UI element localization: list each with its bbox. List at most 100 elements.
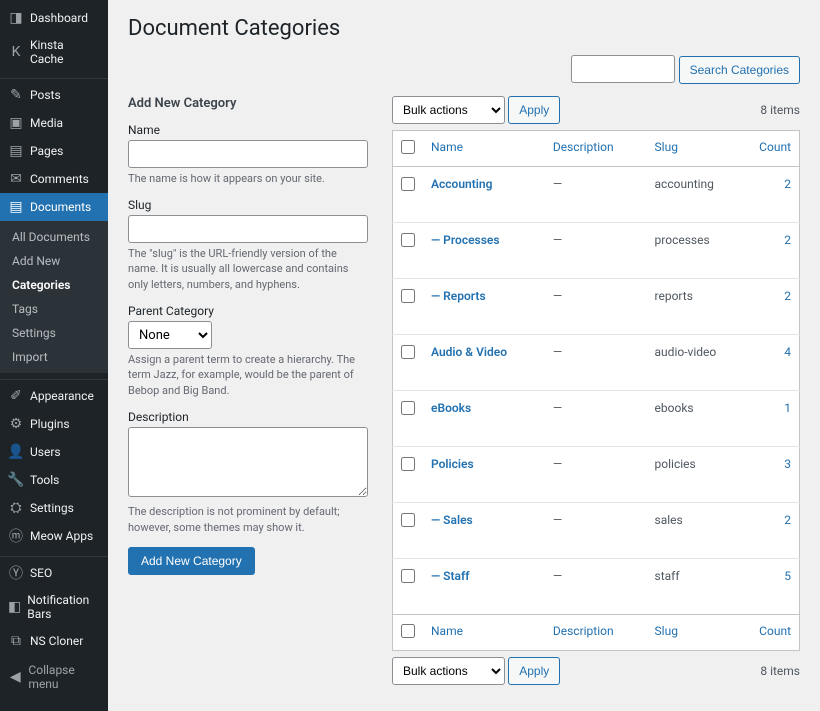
col-desc[interactable]: Description <box>545 130 647 166</box>
settings-icon: ⛭ <box>8 500 24 516</box>
sidebar-item-dashboard[interactable]: ◨ Dashboard <box>0 4 108 32</box>
users-icon: 👤 <box>8 444 24 460</box>
search-input[interactable] <box>571 55 675 83</box>
row-name-link[interactable]: — Reports <box>431 289 486 303</box>
sidebar-item-pages[interactable]: ▤Pages <box>0 137 108 165</box>
sidebar-item-tools[interactable]: 🔧Tools <box>0 466 108 494</box>
row-checkbox[interactable] <box>401 569 415 583</box>
row-name-link[interactable]: eBooks <box>431 401 471 415</box>
col-slug-foot[interactable]: Slug <box>647 614 750 650</box>
table-row: — Processes—processes2 <box>393 222 800 278</box>
items-count-top: 8 items <box>760 103 800 117</box>
sidebar-item-settings[interactable]: ⛭Settings <box>0 494 108 522</box>
table-row: Policies—policies3 <box>393 446 800 502</box>
table-row: — Reports—reports2 <box>393 278 800 334</box>
sidebar-label: Notification Bars <box>27 593 100 621</box>
row-desc: — <box>553 289 562 303</box>
col-name[interactable]: Name <box>423 130 545 166</box>
page-title: Document Categories <box>128 16 800 41</box>
collapse-icon: ◀ <box>8 669 22 685</box>
sidebar-label: Meow Apps <box>30 529 93 543</box>
row-count-link[interactable]: 2 <box>784 289 791 303</box>
row-name-link[interactable]: Accounting <box>431 177 492 191</box>
row-checkbox[interactable] <box>401 513 415 527</box>
sidebar-label: Pages <box>30 144 63 158</box>
row-slug: processes <box>647 222 750 278</box>
sidebar-label: Documents <box>30 200 91 214</box>
col-count-foot[interactable]: Count <box>750 614 800 650</box>
name-input[interactable] <box>128 140 368 168</box>
sidebar-item-notification-bars[interactable]: ◧ Notification Bars <box>0 587 108 627</box>
row-desc: — <box>553 569 562 583</box>
submenu-add-new[interactable]: Add New <box>0 249 108 273</box>
row-slug: audio-video <box>647 334 750 390</box>
sidebar-item-meow-apps[interactable]: ⓜMeow Apps <box>0 522 108 550</box>
select-all-bottom[interactable] <box>401 624 415 638</box>
sidebar-item-posts[interactable]: ✎Posts <box>0 81 108 109</box>
notification-bars-icon: ◧ <box>8 599 21 615</box>
row-desc: — <box>553 345 562 359</box>
dashboard-icon: ◨ <box>8 10 24 26</box>
admin-sidebar: ◨ Dashboard KKinsta Cache ✎Posts▣Media▤Page… <box>0 0 108 711</box>
submenu-import[interactable]: Import <box>0 345 108 369</box>
sidebar-label: SEO <box>30 566 52 580</box>
row-count-link[interactable]: 1 <box>784 401 791 415</box>
row-desc: — <box>553 457 562 471</box>
slug-input[interactable] <box>128 215 368 243</box>
row-count-link[interactable]: 2 <box>784 513 791 527</box>
apply-button-top[interactable]: Apply <box>508 96 560 124</box>
search-categories-button[interactable]: Search Categories <box>679 56 800 84</box>
sidebar-label: Dashboard <box>30 11 88 25</box>
items-count-bottom: 8 items <box>760 664 800 678</box>
row-count-link[interactable]: 2 <box>784 233 791 247</box>
row-count-link[interactable]: 3 <box>784 457 791 471</box>
row-name-link[interactable]: — Sales <box>431 513 473 527</box>
row-checkbox[interactable] <box>401 345 415 359</box>
submenu-all-documents[interactable]: All Documents <box>0 225 108 249</box>
bulk-actions-select-top[interactable]: Bulk actions <box>392 96 505 124</box>
sidebar-item-ns-cloner[interactable]: ⧉NS Cloner <box>0 627 108 655</box>
row-checkbox[interactable] <box>401 457 415 471</box>
sidebar-item-seo[interactable]: Ⓨ SEO <box>0 559 108 587</box>
row-slug: sales <box>647 502 750 558</box>
select-all-top[interactable] <box>401 140 415 154</box>
desc-label: Description <box>128 410 368 424</box>
submenu-settings[interactable]: Settings <box>0 321 108 345</box>
submenu-tags[interactable]: Tags <box>0 297 108 321</box>
bulk-actions-select-bottom[interactable]: Bulk actions <box>392 657 505 685</box>
row-name-link[interactable]: — Processes <box>431 233 500 247</box>
sidebar-item-comments[interactable]: ✉Comments <box>0 165 108 193</box>
desc-input[interactable] <box>128 427 368 497</box>
row-count-link[interactable]: 5 <box>784 569 791 583</box>
row-count-link[interactable]: 4 <box>784 345 791 359</box>
row-name-link[interactable]: — Staff <box>431 569 470 583</box>
col-count[interactable]: Count <box>750 130 800 166</box>
row-slug: staff <box>647 558 750 614</box>
row-desc: — <box>553 177 562 191</box>
slug-label: Slug <box>128 198 368 212</box>
add-category-button[interactable]: Add New Category <box>128 547 255 575</box>
apply-button-bottom[interactable]: Apply <box>508 657 560 685</box>
sidebar-item-users[interactable]: 👤 Users <box>0 438 108 466</box>
sidebar-item-documents[interactable]: ▤Documents <box>0 193 108 221</box>
col-slug[interactable]: Slug <box>647 130 750 166</box>
sidebar-item-kinsta-cache[interactable]: KKinsta Cache <box>0 32 108 72</box>
parent-select[interactable]: None <box>128 321 212 349</box>
col-name-foot[interactable]: Name <box>423 614 545 650</box>
submenu-categories[interactable]: Categories <box>0 273 108 297</box>
row-name-link[interactable]: Policies <box>431 457 474 471</box>
sidebar-item-media[interactable]: ▣Media <box>0 109 108 137</box>
sidebar-item-plugins[interactable]: ⚙Plugins <box>0 410 108 438</box>
row-checkbox[interactable] <box>401 401 415 415</box>
row-checkbox[interactable] <box>401 289 415 303</box>
row-name-link[interactable]: Audio & Video <box>431 345 507 359</box>
row-checkbox[interactable] <box>401 233 415 247</box>
collapse-menu[interactable]: ◀Collapse menu <box>0 655 108 699</box>
row-checkbox[interactable] <box>401 177 415 191</box>
sidebar-item-appearance[interactable]: ✐Appearance <box>0 382 108 410</box>
row-desc: — <box>553 513 562 527</box>
sidebar-label: Users <box>30 445 61 459</box>
row-count-link[interactable]: 2 <box>784 177 791 191</box>
seo-icon: Ⓨ <box>8 565 24 581</box>
col-desc-foot[interactable]: Description <box>545 614 647 650</box>
